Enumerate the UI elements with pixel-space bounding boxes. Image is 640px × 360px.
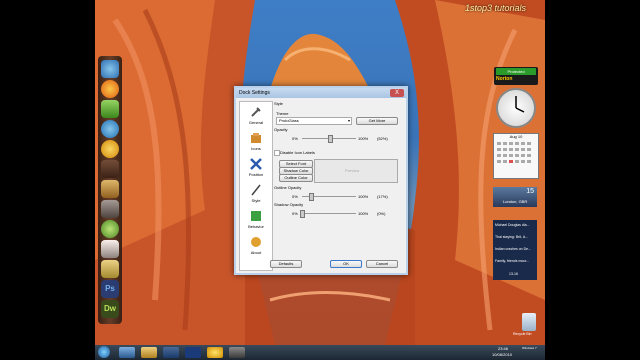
- nav-behavior[interactable]: Behavior: [240, 210, 272, 229]
- taskbar-norton-icon[interactable]: [207, 347, 223, 358]
- norton-status: Protected: [496, 68, 536, 75]
- news-item[interactable]: Thai staying: Brit, A...: [495, 235, 528, 239]
- news-item[interactable]: Family, friends mour...: [495, 259, 529, 263]
- nav-label: Style: [251, 198, 261, 203]
- outline-min: 0%: [292, 194, 298, 199]
- get-more-button[interactable]: Get More: [356, 117, 398, 125]
- taskbar-dock-icon[interactable]: [229, 347, 245, 358]
- app-icon-green[interactable]: [101, 100, 119, 118]
- opacity-max: 100%: [358, 136, 369, 141]
- nav-label: General: [248, 120, 264, 125]
- watermark: 1stop3 tutorials: [465, 3, 527, 13]
- norton-brand: Norton: [496, 76, 513, 82]
- outline-max: 100%: [358, 194, 369, 199]
- taskbar-explorer-icon[interactable]: [141, 347, 157, 358]
- media-icon[interactable]: [101, 220, 119, 238]
- start-button[interactable]: [98, 346, 110, 358]
- clock-hands-icon: [515, 96, 525, 113]
- letterbox-right: [545, 0, 640, 360]
- shadow-value: (0%): [377, 211, 386, 216]
- shadow-min: 0%: [292, 211, 298, 216]
- norton-icon[interactable]: [101, 140, 119, 158]
- settings-content: Style Theme ProtoGlass ▾ Get More Opacit…: [270, 101, 402, 269]
- nav-about[interactable]: About: [240, 236, 272, 255]
- shadow-slider[interactable]: [302, 213, 356, 214]
- outline-opacity-label: Outline Opacity: [274, 185, 302, 190]
- taskbar-date[interactable]: 10/08/2010: [492, 352, 512, 357]
- disable-labels-text: Disable Icon Labels: [280, 150, 315, 155]
- dock-settings-window: Dock Settings X General Icons Position S…: [234, 86, 408, 275]
- theme-select[interactable]: ProtoGlass ▾: [276, 117, 352, 125]
- letterbox-left: [0, 0, 95, 360]
- outline-slider-thumb[interactable]: [309, 193, 315, 201]
- nav-label: Position: [248, 172, 264, 177]
- theme-value: ProtoGlass: [279, 118, 299, 123]
- outline-value: (17%): [377, 194, 388, 199]
- opacity-min: 0%: [292, 136, 298, 141]
- icon-dock: Ps Dw: [98, 56, 122, 324]
- shadow-opacity-label: Shadow Opacity: [274, 202, 304, 207]
- weather-city: London, GBR: [503, 199, 528, 204]
- norton-gadget[interactable]: Protected Norton: [494, 67, 538, 85]
- cancel-button[interactable]: Cancel: [366, 260, 398, 268]
- wrench-icon: [251, 107, 261, 117]
- chevron-down-icon: ▾: [347, 118, 350, 123]
- defaults-button[interactable]: Defaults: [270, 260, 302, 268]
- firefox-icon[interactable]: [101, 80, 119, 98]
- taskbar-time[interactable]: 23:46: [498, 346, 508, 351]
- skype-icon[interactable]: [101, 120, 119, 138]
- taskbar-photoshop-icon[interactable]: [185, 347, 201, 358]
- nav-general[interactable]: General: [240, 106, 272, 125]
- news-gadget[interactable]: Michael Douglas dia... Thai staying: Bri…: [493, 220, 537, 280]
- settings-nav: General Icons Position Style Behavior Ab…: [239, 101, 273, 271]
- brush-icon: [251, 184, 261, 196]
- app-icon-grey[interactable]: [101, 200, 119, 218]
- window-title[interactable]: Dock Settings: [236, 88, 406, 98]
- folder-icon[interactable]: [101, 180, 119, 198]
- nav-style[interactable]: Style: [240, 184, 272, 203]
- news-item[interactable]: Michael Douglas dia...: [495, 223, 529, 227]
- theme-label: Theme: [276, 111, 289, 116]
- ok-button[interactable]: OK: [330, 260, 362, 268]
- ie-icon[interactable]: [101, 60, 119, 78]
- screen: 1stop3 tutorials Ps Dw Protected Norton …: [0, 0, 640, 360]
- nav-icons[interactable]: Icons: [240, 132, 272, 151]
- recycle-bin-label: Recycle Bin: [513, 332, 532, 336]
- preview-box: Preview: [314, 159, 398, 183]
- opacity-label: Opacity: [274, 127, 288, 132]
- weather-gadget[interactable]: 15 London, GBR: [493, 187, 537, 207]
- news-pager[interactable]: 13-16: [509, 272, 518, 276]
- nav-label: Behavior: [248, 224, 264, 229]
- behavior-icon: [251, 211, 261, 221]
- taskbar-ie-icon[interactable]: [119, 347, 135, 358]
- nav-label: Icons: [251, 146, 261, 151]
- chess-icon[interactable]: [101, 240, 119, 258]
- outline-color-button[interactable]: Outline Color: [279, 174, 313, 182]
- close-button[interactable]: X: [390, 89, 404, 97]
- box-icon: [251, 133, 261, 143]
- nav-label: About: [250, 250, 262, 255]
- shadow-max: 100%: [358, 211, 369, 216]
- weather-temp: 15: [526, 188, 534, 195]
- preview-text: Preview: [345, 168, 360, 173]
- info-icon: [251, 237, 261, 247]
- news-item[interactable]: Indian crashes on De...: [495, 247, 531, 251]
- os-label: Windows 7: [522, 346, 537, 350]
- app-icon-dark[interactable]: [101, 160, 119, 178]
- calendar-grid-icon: [497, 142, 531, 163]
- taskbar: 23:46 10/08/2010 Windows 7: [95, 345, 545, 360]
- calendar-gadget[interactable]: Aug 10: [493, 133, 539, 179]
- move-icon: [250, 158, 262, 170]
- shadow-slider-thumb[interactable]: [300, 210, 305, 218]
- clock-gadget[interactable]: [496, 88, 536, 128]
- nav-position[interactable]: Position: [240, 158, 272, 177]
- photoshop-icon[interactable]: Ps: [101, 280, 119, 298]
- recycle-bin-icon[interactable]: [522, 313, 536, 331]
- opacity-slider-thumb[interactable]: [328, 135, 334, 143]
- notes-icon[interactable]: [101, 260, 119, 278]
- taskbar-media-icon[interactable]: [163, 347, 179, 358]
- style-heading: Style: [274, 101, 283, 106]
- dreamweaver-icon[interactable]: Dw: [101, 300, 119, 318]
- opacity-value: (52%): [377, 136, 388, 141]
